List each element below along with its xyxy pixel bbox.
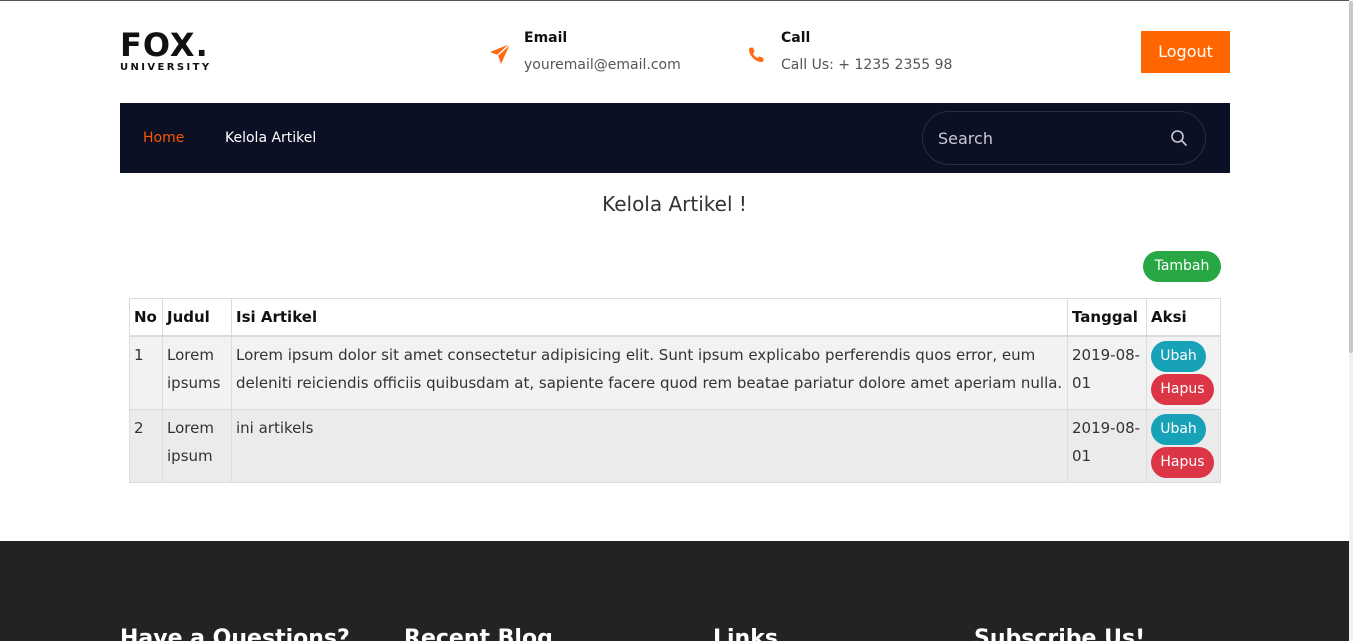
contact-call-label: Call <box>781 30 811 46</box>
phone-icon <box>745 42 769 66</box>
site-footer: Have a Questions? Recent Blog Links Subs… <box>0 541 1349 641</box>
column-header-tanggal: Tanggal <box>1067 298 1147 337</box>
scrollbar-thumb[interactable] <box>1349 1 1353 353</box>
footer-heading-subscribe: Subscribe Us! <box>974 626 1146 641</box>
window-top-border <box>0 0 1353 1</box>
column-header-judul: Judul <box>162 298 232 337</box>
page-title: Kelola Artikel ! <box>602 192 747 216</box>
column-header-isi-artikel: Isi Artikel <box>231 298 1068 337</box>
column-header-aksi: Aksi <box>1146 298 1221 337</box>
logout-button[interactable]: Logout <box>1141 31 1230 73</box>
contact-email-label: Email <box>524 30 568 46</box>
table-header-row: No Judul Isi Artikel Tanggal Aksi <box>129 298 1221 337</box>
cell-isi-artikel: Lorem ipsum dolor sit amet consectetur a… <box>231 335 1068 410</box>
contact-email-value[interactable]: youremail@email.com <box>524 55 681 75</box>
cell-aksi: Ubah Hapus <box>1146 335 1221 410</box>
table-row: 1 Lorem ipsums Lorem ipsum dolor sit ame… <box>129 335 1221 410</box>
edit-button[interactable]: Ubah <box>1151 414 1206 445</box>
nav-item-kelola-artikel[interactable]: Kelola Artikel <box>225 128 316 148</box>
cell-no: 1 <box>129 335 163 410</box>
table-row: 2 Lorem ipsum ini artikels 2019-08-01 Ub… <box>129 409 1221 483</box>
page-scrollbar[interactable] <box>1349 0 1353 641</box>
article-table: No Judul Isi Artikel Tanggal Aksi 1 Lore… <box>129 298 1221 483</box>
logo-subtitle: UNIVERSITY <box>120 62 212 73</box>
cell-tanggal: 2019-08-01 <box>1067 409 1147 483</box>
footer-heading-questions: Have a Questions? <box>120 626 350 641</box>
paper-plane-icon <box>488 42 512 66</box>
cell-no: 2 <box>129 409 163 483</box>
nav-item-home[interactable]: Home <box>143 128 184 148</box>
cell-judul: Lorem ipsums <box>162 335 232 410</box>
column-header-no: No <box>129 298 163 337</box>
contact-call-value[interactable]: Call Us: + 1235 2355 98 <box>781 55 952 75</box>
delete-button[interactable]: Hapus <box>1151 447 1214 478</box>
cell-isi-artikel: ini artikels <box>231 409 1068 483</box>
edit-button[interactable]: Ubah <box>1151 341 1206 372</box>
main-navbar: Home Kelola Artikel <box>120 103 1230 173</box>
footer-heading-links: Links <box>713 626 778 641</box>
search-icon[interactable] <box>1170 129 1188 147</box>
logo-wordmark: FOX. <box>120 26 209 64</box>
add-article-button[interactable]: Tambah <box>1143 251 1221 282</box>
site-logo[interactable]: FOX. UNIVERSITY <box>120 28 230 74</box>
search-box <box>922 111 1206 165</box>
search-input[interactable] <box>938 125 1158 151</box>
cell-judul: Lorem ipsum <box>162 409 232 483</box>
delete-button[interactable]: Hapus <box>1151 374 1214 405</box>
footer-heading-recent-blog: Recent Blog <box>404 626 553 641</box>
cell-aksi: Ubah Hapus <box>1146 409 1221 483</box>
cell-tanggal: 2019-08-01 <box>1067 335 1147 410</box>
